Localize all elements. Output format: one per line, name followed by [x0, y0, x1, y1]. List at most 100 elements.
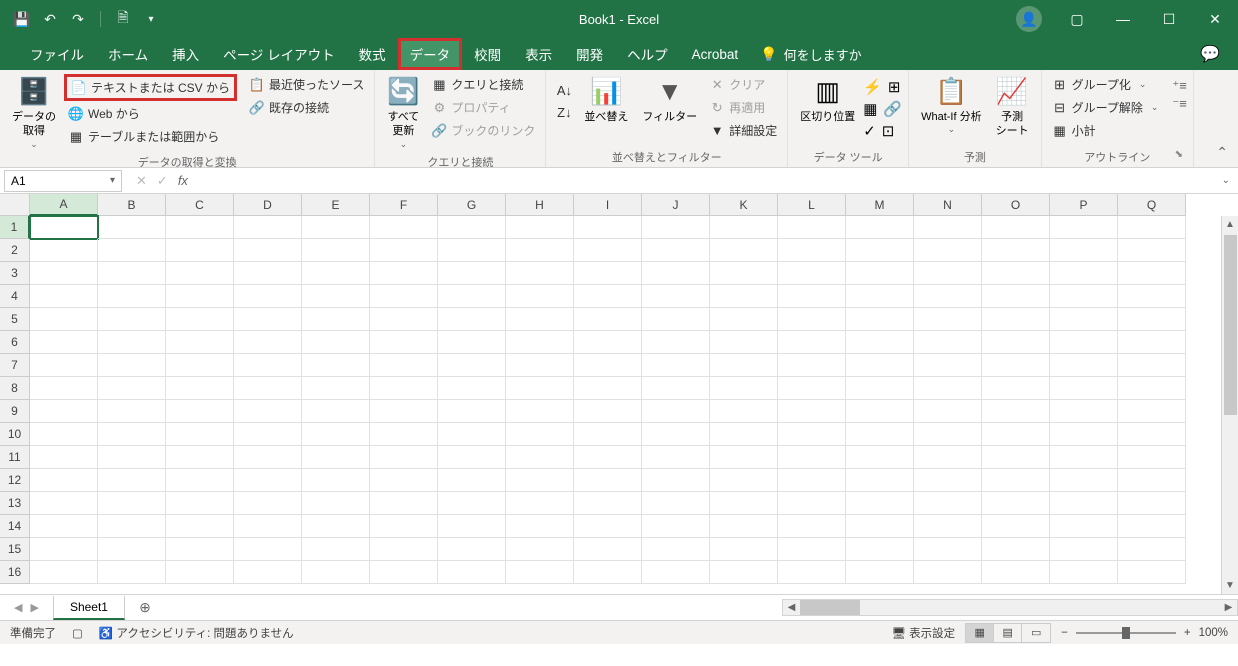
cell[interactable] — [574, 400, 642, 423]
sheet-nav-prev-icon[interactable]: ◀ — [14, 601, 22, 614]
cell[interactable] — [98, 377, 166, 400]
cell[interactable] — [370, 423, 438, 446]
cell[interactable] — [30, 331, 98, 354]
cell[interactable] — [642, 354, 710, 377]
cell[interactable] — [642, 446, 710, 469]
redo-icon[interactable]: ↷ — [70, 11, 86, 27]
cell[interactable] — [98, 492, 166, 515]
scroll-up-icon[interactable]: ▲ — [1222, 216, 1238, 233]
cell[interactable] — [778, 469, 846, 492]
cell[interactable] — [98, 538, 166, 561]
close-icon[interactable]: ✕ — [1192, 0, 1238, 38]
cell[interactable] — [1118, 239, 1186, 262]
cell[interactable] — [234, 354, 302, 377]
column-header[interactable]: H — [506, 194, 574, 216]
existing-connections-button[interactable]: 🔗 既存の接続 — [245, 97, 368, 118]
cell[interactable] — [438, 354, 506, 377]
cell[interactable] — [98, 354, 166, 377]
column-header[interactable]: F — [370, 194, 438, 216]
cell[interactable] — [98, 423, 166, 446]
cell[interactable] — [1118, 400, 1186, 423]
cell[interactable] — [914, 331, 982, 354]
cell[interactable] — [1118, 469, 1186, 492]
cell[interactable] — [710, 285, 778, 308]
cell[interactable] — [710, 423, 778, 446]
cell[interactable] — [30, 538, 98, 561]
cell[interactable] — [846, 469, 914, 492]
cell[interactable] — [30, 285, 98, 308]
cell[interactable] — [642, 400, 710, 423]
cell[interactable] — [710, 561, 778, 584]
share-icon[interactable]: 💬 — [1200, 44, 1220, 64]
from-text-csv-button[interactable]: 📄 テキストまたは CSV から — [64, 74, 237, 101]
cell[interactable] — [234, 538, 302, 561]
ungroup-button[interactable]: ⊟ グループ解除 ⌄ — [1048, 97, 1163, 118]
dialog-launcher-icon[interactable]: ⬊ — [1173, 149, 1185, 161]
data-validation-icon[interactable]: ✓ — [863, 122, 876, 140]
row-header[interactable]: 11 — [0, 446, 30, 469]
cell[interactable] — [30, 446, 98, 469]
cell[interactable] — [30, 377, 98, 400]
cell[interactable] — [234, 492, 302, 515]
scroll-left-icon[interactable]: ◀ — [783, 602, 800, 613]
add-sheet-button[interactable]: ⊕ — [133, 599, 157, 616]
cell[interactable] — [30, 400, 98, 423]
cell[interactable] — [914, 561, 982, 584]
cell[interactable] — [506, 538, 574, 561]
horizontal-scrollbar[interactable]: ◀ ▶ — [782, 599, 1238, 616]
cell[interactable] — [778, 285, 846, 308]
tab-help[interactable]: ヘルプ — [615, 38, 680, 70]
tab-file[interactable]: ファイル — [18, 38, 96, 70]
tab-data[interactable]: データ — [398, 38, 463, 70]
flash-fill-icon[interactable]: ⚡ — [863, 78, 882, 96]
cell[interactable] — [98, 331, 166, 354]
cell[interactable] — [710, 216, 778, 239]
cell[interactable] — [30, 354, 98, 377]
cell[interactable] — [98, 239, 166, 262]
what-if-button[interactable]: 📋 What-If 分析 ⌄ — [915, 74, 988, 138]
cell[interactable] — [1050, 308, 1118, 331]
cell[interactable] — [778, 354, 846, 377]
cell[interactable] — [370, 308, 438, 331]
cell[interactable] — [642, 262, 710, 285]
cell[interactable] — [574, 239, 642, 262]
cell[interactable] — [710, 515, 778, 538]
cell[interactable] — [1050, 377, 1118, 400]
cell[interactable] — [1118, 492, 1186, 515]
cell[interactable] — [234, 216, 302, 239]
cell[interactable] — [1050, 400, 1118, 423]
show-detail-icon[interactable]: ⁺≡ — [1172, 78, 1186, 94]
minimize-icon[interactable]: — — [1100, 0, 1146, 38]
namebox-dropdown-icon[interactable]: ▾ — [110, 175, 115, 186]
cell[interactable] — [846, 354, 914, 377]
cell[interactable] — [778, 216, 846, 239]
row-header[interactable]: 8 — [0, 377, 30, 400]
column-header[interactable]: M — [846, 194, 914, 216]
row-header[interactable]: 4 — [0, 285, 30, 308]
data-model-icon[interactable]: ⊡ — [882, 122, 895, 140]
tab-acrobat[interactable]: Acrobat — [680, 41, 751, 68]
cell[interactable] — [370, 285, 438, 308]
cell[interactable] — [642, 239, 710, 262]
cell[interactable] — [1050, 561, 1118, 584]
cell[interactable] — [166, 400, 234, 423]
select-all-button[interactable] — [0, 194, 30, 216]
cell[interactable] — [846, 285, 914, 308]
cell[interactable] — [1118, 538, 1186, 561]
column-header[interactable]: B — [98, 194, 166, 216]
scroll-right-icon[interactable]: ▶ — [1220, 602, 1237, 613]
cell[interactable] — [710, 446, 778, 469]
queries-connections-button[interactable]: ▦ クエリと接続 — [427, 74, 539, 95]
cell[interactable] — [846, 561, 914, 584]
cell[interactable] — [710, 469, 778, 492]
accessibility-status[interactable]: ♿ アクセシビリティ: 問題ありません — [99, 625, 294, 641]
cell[interactable] — [166, 561, 234, 584]
cell[interactable] — [234, 285, 302, 308]
cell[interactable] — [98, 515, 166, 538]
cell[interactable] — [846, 331, 914, 354]
cell[interactable] — [370, 400, 438, 423]
cell[interactable] — [506, 354, 574, 377]
cell[interactable] — [166, 492, 234, 515]
cell[interactable] — [506, 262, 574, 285]
cell[interactable] — [846, 446, 914, 469]
